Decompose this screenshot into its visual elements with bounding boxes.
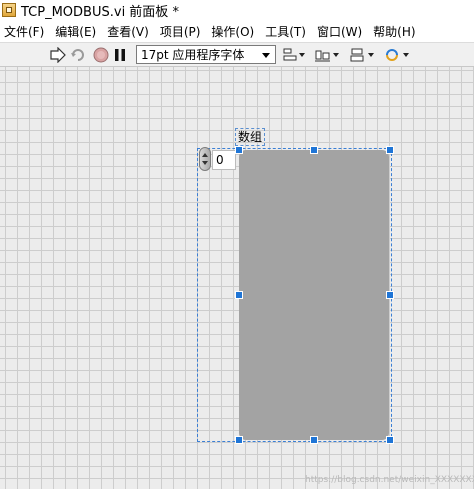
increment-arrow-icon[interactable] xyxy=(202,153,208,157)
decrement-arrow-icon[interactable] xyxy=(202,161,208,165)
menu-bar: 文件(F) 编辑(E) 查看(V) 项目(P) 操作(O) 工具(T) 窗口(W… xyxy=(0,20,474,42)
toolbar: 17pt 应用程序字体 xyxy=(0,42,474,67)
title-bar: TCP_MODBUS.vi 前面板 * xyxy=(0,0,474,20)
array-index-field[interactable]: 0 xyxy=(212,150,236,170)
font-selector[interactable]: 17pt 应用程序字体 xyxy=(136,45,276,64)
resize-handle-top[interactable] xyxy=(310,146,318,154)
menu-file[interactable]: 文件(F) xyxy=(0,23,51,40)
run-arrow-icon[interactable] xyxy=(48,45,68,65)
pause-icon[interactable] xyxy=(110,45,130,65)
run-continuously-icon[interactable] xyxy=(68,45,88,65)
array-element-area[interactable] xyxy=(239,150,389,440)
menu-edit[interactable]: 编辑(E) xyxy=(51,23,103,40)
align-objects-icon[interactable] xyxy=(282,45,308,65)
resize-handle-top-right[interactable] xyxy=(386,146,394,154)
window-title: TCP_MODBUS.vi 前面板 * xyxy=(21,4,179,20)
index-stepper[interactable] xyxy=(199,147,211,171)
menu-project[interactable]: 项目(P) xyxy=(156,23,208,40)
resize-handle-bottom-left[interactable] xyxy=(235,436,243,444)
menu-view[interactable]: 查看(V) xyxy=(103,23,156,40)
distribute-objects-icon[interactable] xyxy=(314,45,342,65)
resize-handle-left[interactable] xyxy=(235,291,243,299)
resize-objects-icon[interactable] xyxy=(349,45,377,65)
watermark: https://blog.csdn.net/weixin_XXXXXXXX xyxy=(305,475,474,485)
resize-handle-top-left[interactable] xyxy=(235,146,243,154)
labview-vi-icon xyxy=(2,3,16,17)
menu-help[interactable]: 帮助(H) xyxy=(369,23,422,40)
menu-window[interactable]: 窗口(W) xyxy=(313,23,369,40)
font-selector-value: 17pt 应用程序字体 xyxy=(141,48,245,62)
menu-tools[interactable]: 工具(T) xyxy=(261,23,313,40)
menu-operate[interactable]: 操作(O) xyxy=(207,23,261,40)
resize-handle-right[interactable] xyxy=(386,291,394,299)
resize-handle-bottom[interactable] xyxy=(310,436,318,444)
abort-icon[interactable] xyxy=(91,45,111,65)
chevron-down-icon xyxy=(262,53,270,58)
array-label[interactable]: 数组 xyxy=(235,128,266,146)
reorder-icon[interactable] xyxy=(384,45,412,65)
resize-handle-bottom-right[interactable] xyxy=(386,436,394,444)
